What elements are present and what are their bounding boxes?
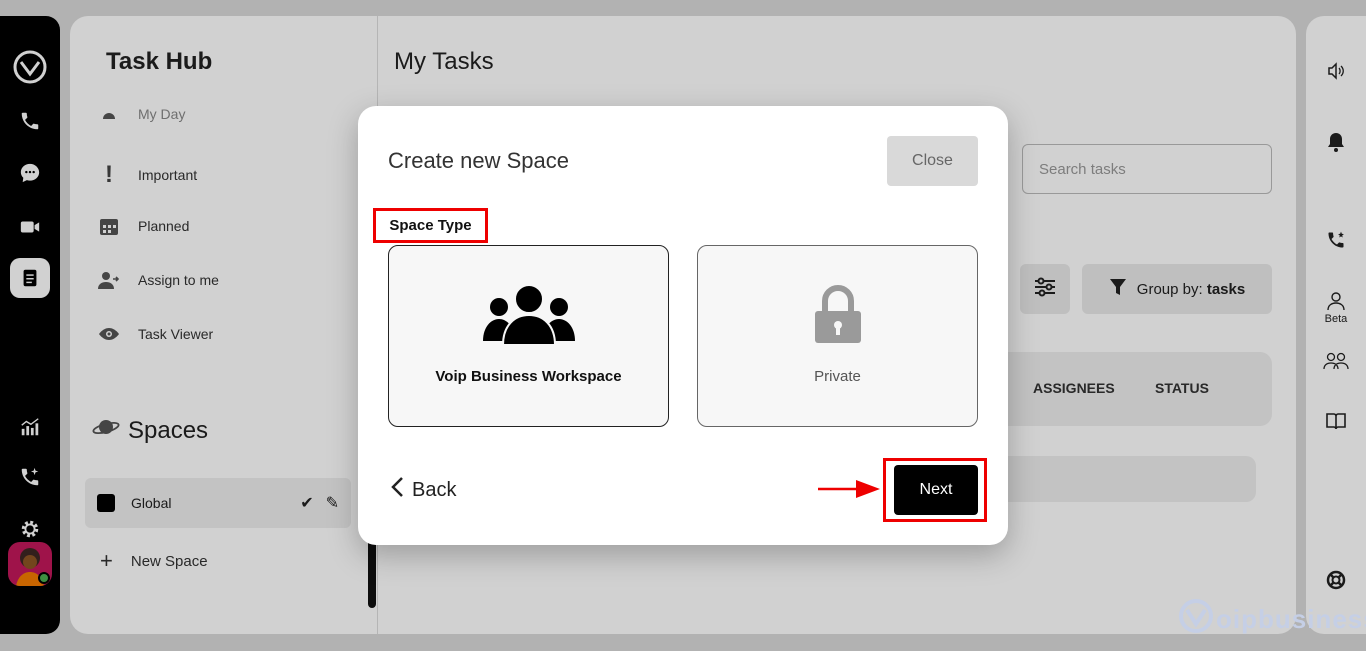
space-type-label: Space Type: [373, 208, 488, 243]
dialog-title: Create new Space: [388, 148, 569, 173]
watermark-text: oipbusiness: [1216, 604, 1366, 634]
space-option-private[interactable]: Private: [697, 245, 978, 427]
chevron-left-icon: [390, 476, 404, 504]
close-button[interactable]: Close: [887, 136, 978, 186]
next-button[interactable]: Next: [894, 465, 978, 515]
option-label: Voip Business Workspace: [435, 368, 622, 385]
watermark-logo-icon: [1178, 598, 1214, 641]
back-button[interactable]: Back: [390, 476, 456, 504]
back-label: Back: [412, 478, 457, 501]
arrow-right-icon: [818, 480, 880, 498]
group-icon: [481, 282, 577, 346]
create-space-dialog: Create new Space Close Space Type Voip B…: [358, 106, 1008, 545]
option-label: Private: [814, 368, 861, 385]
lock-icon: [813, 282, 863, 346]
space-option-workspace[interactable]: Voip Business Workspace: [388, 245, 669, 427]
brand-watermark: oipbusiness: [1178, 598, 1366, 641]
